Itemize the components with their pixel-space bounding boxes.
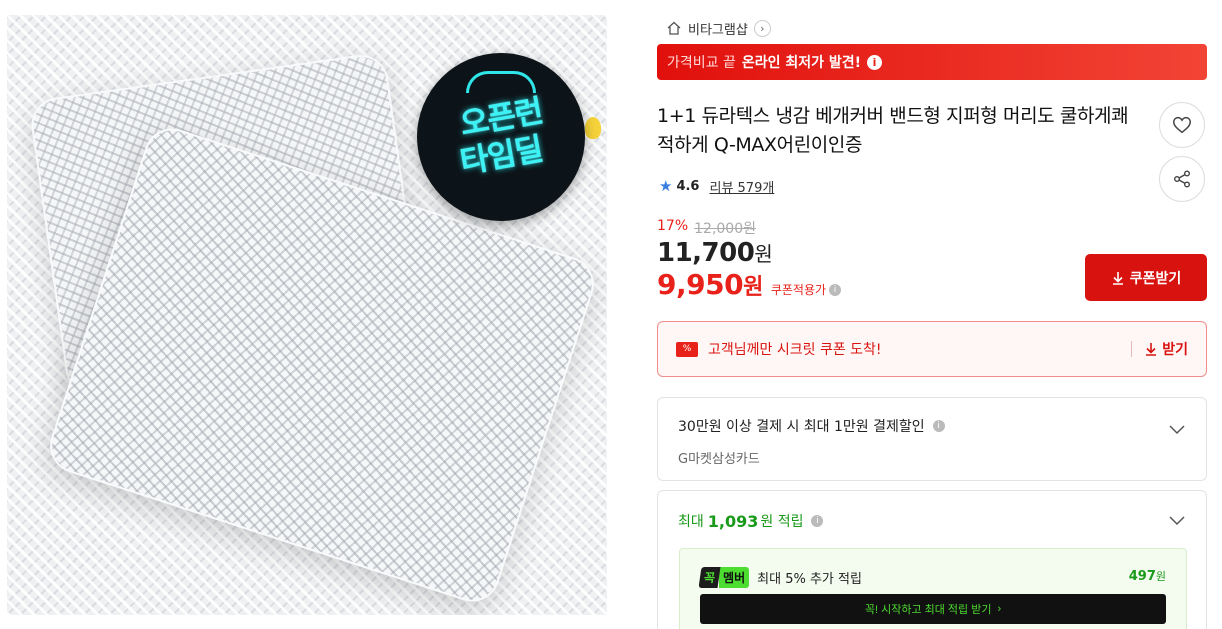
points-section: 최대 1,093 원 적립 i 꼭 멤버 최대 5% 추가 적립 497원 꼭! … <box>657 490 1207 629</box>
info-icon[interactable]: i <box>867 54 883 70</box>
member-start-button[interactable]: 꼭! 시작하고 최대 적립 받기 › <box>700 594 1166 624</box>
info-icon[interactable]: i <box>932 420 945 432</box>
rating-row: ★ 4.6 리뷰 579개 <box>659 177 774 197</box>
card-discount-section[interactable]: 30만원 이상 결제 시 최대 1만원 결제할인 i G마켓삼성카드 <box>657 397 1207 481</box>
coupon-price: 9,950원 <box>657 268 763 301</box>
download-arrow-icon <box>1112 271 1123 285</box>
points-suffix: 원 적립 <box>760 514 804 530</box>
info-icon[interactable]: i <box>829 283 842 296</box>
banner-highlight: 온라인 최저가 발견! <box>741 55 862 71</box>
coupon-price-value: 9,950 <box>657 268 744 301</box>
lowest-price-banner[interactable]: 가격비교 끝 온라인 최저가 발견! i <box>657 44 1207 80</box>
member-badge-k: 꼭 <box>698 567 721 588</box>
star-icon: ★ <box>659 177 673 195</box>
sale-price: 11,700원 <box>657 238 773 268</box>
timedeal-badge: 오픈런 타임딜 <box>417 53 585 221</box>
member-points: 497원 <box>1129 568 1166 584</box>
favorite-button[interactable] <box>1159 102 1205 148</box>
alarm-clock-icon <box>466 71 536 93</box>
receive-coupon-label: 받기 <box>1162 342 1188 358</box>
coupon-price-row: 9,950원 쿠폰적용가 i <box>657 268 842 301</box>
review-count-link[interactable]: 리뷰 579개 <box>709 177 774 196</box>
card-name: G마켓삼성카드 <box>678 452 760 467</box>
heart-icon <box>1173 116 1191 134</box>
member-benefit-row: 꼭 멤버 최대 5% 추가 적립 <box>698 567 862 588</box>
coupon-price-unit: 원 <box>743 275 763 300</box>
product-title: 1+1 듀라텍스 냉감 베개커버 밴드형 지퍼형 머리도 쿨하게쾌적하게 Q-M… <box>657 105 1129 156</box>
secret-coupon-message: 고객님께만 시크릿 쿠폰 도착! <box>708 342 882 358</box>
download-arrow-icon <box>1146 343 1157 356</box>
coupon-applied-label[interactable]: 쿠폰적용가 i <box>770 281 842 298</box>
member-start-label: 꼭! 시작하고 최대 적립 받기 <box>864 604 992 616</box>
card-discount-title: 30만원 이상 결제 시 최대 1만원 결제할인 <box>678 419 925 435</box>
chevron-down-icon[interactable] <box>1168 511 1186 529</box>
chevron-down-icon[interactable] <box>1168 420 1186 438</box>
banner-prefix: 가격비교 끝 <box>667 55 736 71</box>
rating-value: 4.6 <box>676 179 700 194</box>
member-benefit-text: 최대 5% 추가 적립 <box>757 572 862 587</box>
chevron-right-icon: › <box>997 603 1002 615</box>
points-title[interactable]: 최대 1,093 원 적립 i <box>678 511 824 531</box>
member-points-value: 497 <box>1128 569 1156 584</box>
divider <box>1131 341 1133 357</box>
get-coupon-label: 쿠폰받기 <box>1129 269 1182 286</box>
coupon-ticket-icon: % <box>676 341 698 357</box>
share-icon <box>1174 170 1190 188</box>
member-badge-m: 멤버 <box>719 567 750 588</box>
home-icon <box>667 21 681 35</box>
secret-coupon-banner[interactable]: % 고객님께만 시크릿 쿠폰 도착! 받기 <box>657 321 1207 377</box>
product-image[interactable]: 오픈런 타임딜 <box>7 15 607 615</box>
receive-coupon-button[interactable]: 받기 <box>1144 339 1188 359</box>
sale-price-unit: 원 <box>754 242 773 266</box>
member-benefit-panel: 꼭 멤버 최대 5% 추가 적립 497원 꼭! 시작하고 최대 적립 받기 › <box>679 548 1187 629</box>
coupon-applied-text: 쿠폰적용가 <box>770 283 827 297</box>
member-badge: 꼭 멤버 <box>698 567 750 588</box>
points-amount: 1,093 <box>707 511 759 531</box>
store-link[interactable]: 비타그램샵 › <box>666 18 771 38</box>
member-points-unit: 원 <box>1155 570 1166 583</box>
discount-rate: 17% <box>657 218 689 234</box>
points-prefix: 최대 <box>678 514 704 530</box>
original-price: 12,000원 <box>694 221 756 237</box>
flower-decoration <box>585 117 601 139</box>
card-discount-title-row: 30만원 이상 결제 시 최대 1만원 결제할인 i <box>678 416 1186 436</box>
chevron-right-icon: › <box>753 19 771 37</box>
get-coupon-button[interactable]: 쿠폰받기 <box>1085 254 1207 301</box>
share-button[interactable] <box>1159 156 1205 202</box>
sale-price-value: 11,700 <box>657 238 755 268</box>
store-name: 비타그램샵 <box>688 22 748 38</box>
discount-row: 17% 12,000원 <box>657 218 756 238</box>
info-icon[interactable]: i <box>811 515 824 527</box>
